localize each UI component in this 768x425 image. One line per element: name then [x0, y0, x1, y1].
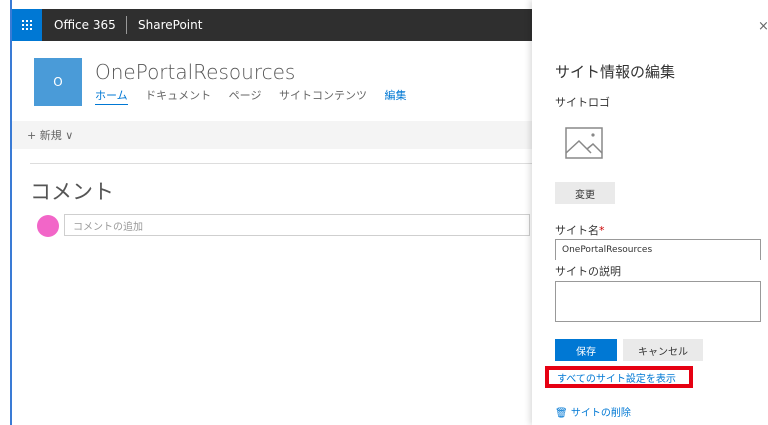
nav-edit-link[interactable]: 編集 — [384, 89, 406, 102]
site-logo[interactable]: O — [34, 58, 82, 106]
delete-site-link[interactable]: 🗑 サイトの削除 — [555, 404, 631, 419]
site-title[interactable]: OnePortalResources — [95, 60, 295, 84]
app-launcher-button[interactable] — [12, 9, 42, 41]
change-logo-button[interactable]: 変更 — [555, 182, 615, 204]
site-nav: ホーム ドキュメント ページ サイトコンテンツ 編集 — [95, 87, 420, 105]
save-button[interactable]: 保存 — [555, 339, 617, 361]
site-logo-label: サイトロゴ — [555, 96, 610, 109]
site-name-input[interactable]: OnePortalResources — [555, 239, 761, 260]
command-bar: + 新規 ∨ — [12, 121, 532, 149]
topbar-separator — [126, 16, 127, 34]
close-icon[interactable]: × — [758, 19, 768, 34]
nav-home[interactable]: ホーム — [95, 89, 128, 105]
image-placeholder-icon — [565, 127, 603, 159]
nav-pages[interactable]: ページ — [229, 89, 262, 102]
site-description-input[interactable] — [555, 281, 761, 322]
avatar — [37, 215, 59, 237]
site-name-label: サイト名* — [555, 222, 605, 238]
nav-documents[interactable]: ドキュメント — [145, 89, 211, 102]
all-site-settings-link[interactable]: すべてのサイト設定を表示 — [545, 366, 693, 388]
new-button[interactable]: + 新規 ∨ — [27, 127, 73, 143]
site-name-label-text: サイト名 — [555, 224, 599, 237]
comment-input[interactable]: コメントの追加 — [64, 214, 530, 236]
suite-bar: Office 365 SharePoint — [12, 9, 532, 41]
panel-title: サイト情報の編集 — [555, 63, 676, 81]
site-header: O OnePortalResources ホーム ドキュメント ページ サイトコ… — [12, 41, 532, 121]
comments-heading: コメント — [30, 180, 114, 204]
nav-site-contents[interactable]: サイトコンテンツ — [279, 89, 367, 102]
waffle-icon — [22, 20, 32, 30]
cancel-button[interactable]: キャンセル — [623, 339, 703, 361]
site-description-label: サイトの説明 — [555, 265, 621, 278]
edit-site-panel: × サイト情報の編集 サイトロゴ 変更 サイト名* OnePortalResou… — [532, 0, 768, 425]
office365-link[interactable]: Office 365 — [54, 18, 116, 32]
sharepoint-link[interactable]: SharePoint — [138, 18, 202, 32]
required-mark: * — [599, 224, 605, 237]
divider — [30, 163, 532, 164]
